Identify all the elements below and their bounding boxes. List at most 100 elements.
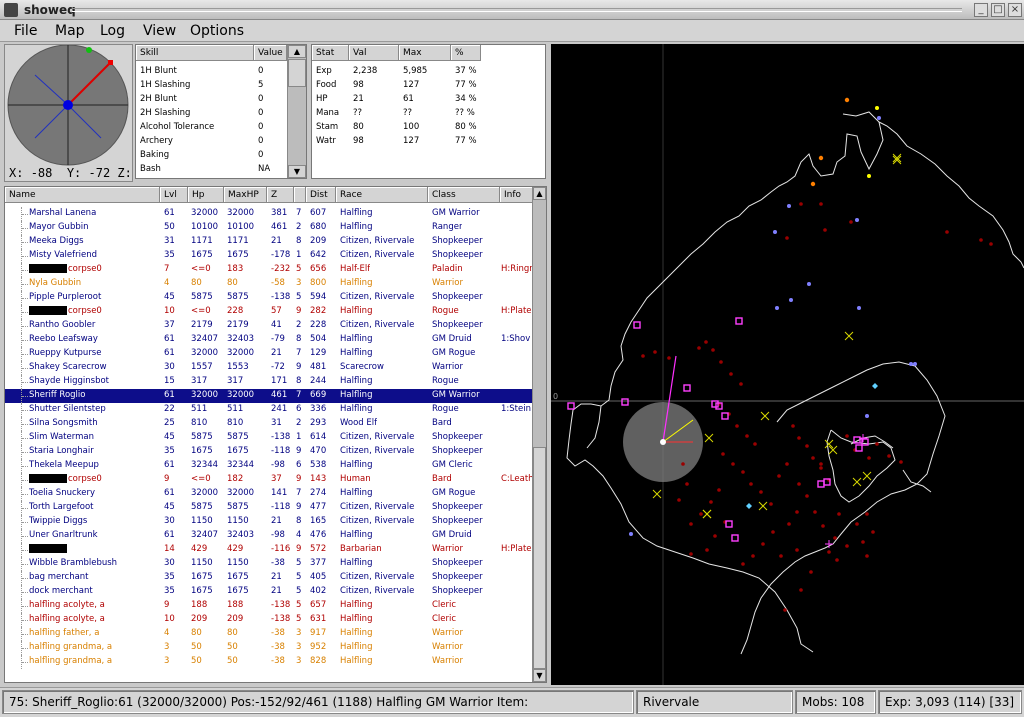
spawn-row[interactable]: corpse0 9 <=0 182 37 9 143 Human Bard C:Leath (5, 473, 534, 487)
scroll-up-icon[interactable]: ▲ (288, 45, 306, 58)
spawn-row[interactable]: Shayde Higginsbot 15 317 317 171 8 244 Halfling… (5, 375, 533, 389)
spawn-hp: 1171 (191, 236, 213, 246)
spawn-row[interactable]: Pipple Purpleroot 45 5875 5875 -138 5 594 Citiz… (5, 291, 533, 305)
spawn-row[interactable]: Thekela Meepup 61 32344 32344 -98 6 538 Halflin… (5, 459, 533, 473)
spawn-dist: 917 (310, 628, 327, 638)
minimize-icon[interactable]: _ (974, 3, 988, 17)
skills-scrollbar[interactable]: ▲ ▼ (287, 45, 306, 178)
spawn-maxhp: 1675 (227, 586, 249, 596)
spawn-info: 1:Shov (501, 334, 531, 344)
spawn-row[interactable]: Marshal Lanena 61 32000 32000 381 7 607 Halflin… (5, 207, 533, 221)
close-icon[interactable]: × (1008, 3, 1022, 17)
spawn-row[interactable]: Shutter Silentstep 22 511 511 241 6 336 Halflin… (5, 403, 533, 417)
spawn-row[interactable]: halfling grandma, a 3 50 50 -38 3 952 Halfling W… (5, 641, 533, 655)
stat-row[interactable]: Mana???? ?? % (312, 107, 542, 121)
spawn-row[interactable]: Shakey Scarecrow 30 1557 1553 -72 9 481 Scarecr… (5, 361, 533, 375)
spawn-header-flag[interactable] (294, 187, 306, 203)
skill-row[interactable]: Alcohol Tolerance 0 (136, 121, 286, 135)
spawn-row[interactable]: Nyla Gubbin 4 80 80 -58 3 800 Halfling Warrior (5, 277, 533, 291)
skill-row[interactable]: Archery 0 (136, 135, 286, 149)
skill-row[interactable]: 2H Slashing 0 (136, 107, 286, 121)
spawn-hp: 317 (191, 376, 208, 386)
scroll-up-icon[interactable]: ▲ (533, 187, 546, 200)
spawn-scrollbar[interactable]: ▲ ▼ (532, 187, 546, 682)
skills-scroll-thumb[interactable] (288, 59, 306, 87)
stat-row[interactable]: Watr 98 127 77 % (312, 135, 542, 149)
spawn-row[interactable]: Wibble Bramblebush 30 1150 1150 -38 5 377 Halfl… (5, 557, 533, 571)
spawn-row[interactable]: 14 429 429 -116 9 572 Barbarian Warrior H:Plate (5, 543, 533, 557)
menu-log[interactable]: Log (100, 23, 125, 39)
menu-options[interactable]: Options (190, 23, 244, 39)
maximize-icon[interactable]: □ (991, 3, 1005, 17)
skill-row[interactable]: 1H Slashing 5 (136, 79, 286, 93)
skill-row[interactable]: 1H Blunt 0 (136, 65, 286, 79)
tree-line (21, 417, 29, 431)
stats-header-max[interactable]: Max (399, 45, 451, 61)
spawn-header-lvl[interactable]: Lvl (160, 187, 188, 203)
spawn-row[interactable]: Silna Songsmith 25 810 810 31 2 293 Wood Elf Bar… (5, 417, 533, 431)
spawn-header-z[interactable]: Z (267, 187, 294, 203)
stat-row[interactable]: HP 21 61 34 % (312, 93, 542, 107)
spawn-header-hp[interactable]: Hp (188, 187, 224, 203)
spawn-row[interactable]: Rueppy Kutpurse 61 32000 32000 21 7 129 Halflin… (5, 347, 533, 361)
spawn-row[interactable]: Slim Waterman 45 5875 5875 -138 1 614 Citizen, … (5, 431, 533, 445)
spawn-dist: 402 (310, 586, 327, 596)
spawn-name: halfling acolyte, a (29, 600, 159, 610)
spawn-header-dist[interactable]: Dist (306, 187, 336, 203)
spawn-header-race[interactable]: Race (336, 187, 428, 203)
spawn-class: Shopkeeper (432, 558, 483, 568)
spawn-row[interactable]: halfling grandma, a 3 50 50 -38 3 828 Halfling W… (5, 655, 533, 669)
spawn-row[interactable]: halfling acolyte, a 9 188 188 -138 5 657 Halfli… (5, 599, 533, 613)
spawn-row[interactable]: Reebo Leafsway 61 32407 32403 -79 8 504 Halflin… (5, 333, 533, 347)
spawn-row[interactable]: Meeka Diggs 31 1171 1171 21 8 209 Citizen, Rive… (5, 235, 533, 249)
spawn-row[interactable]: bag merchant 35 1675 1675 21 5 405 Citizen, Riv… (5, 571, 533, 585)
stat-row[interactable]: Food 98 127 77 % (312, 79, 542, 93)
spawn-hp: 32000 (191, 208, 219, 218)
skills-header-skill[interactable]: Skill (136, 45, 254, 61)
spawn-scroll-thumb[interactable] (533, 447, 546, 669)
skill-row[interactable]: Bash NA (136, 163, 286, 177)
spawn-row[interactable]: Uner Gnarltrunk 61 32407 32403 -98 4 476 Halfli… (5, 529, 533, 543)
stats-header-stat[interactable]: Stat (312, 45, 349, 61)
spawn-row[interactable]: Mayor Gubbin 50 10100 10100 461 2 680 Halfling R… (5, 221, 533, 235)
spawn-row[interactable]: Rantho Goobler 37 2179 2179 41 2 228 Citizen, R… (5, 319, 533, 333)
scroll-down-icon[interactable]: ▼ (533, 669, 546, 682)
spawn-row[interactable]: Misty Valefriend 35 1675 1675 -178 1 642 Citize… (5, 249, 533, 263)
spawn-name: Reebo Leafsway (29, 334, 159, 344)
app-icon[interactable] (4, 3, 18, 17)
menu-map[interactable]: Map (55, 23, 85, 39)
menu-view[interactable]: View (143, 23, 176, 39)
spawn-row[interactable]: halfling acolyte, a 10 209 209 -138 5 631 Halfl… (5, 613, 533, 627)
spawn-row[interactable]: Torth Largefoot 45 5875 5875 -118 9 477 Citizen… (5, 501, 533, 515)
scroll-down-icon[interactable]: ▼ (288, 165, 306, 178)
spawn-row[interactable]: Staria Longhair 35 1675 1675 -118 9 470 Citizen… (5, 445, 533, 459)
spawn-row[interactable]: halfling father, a 4 80 80 -38 3 917 Halfling Wa… (5, 627, 533, 641)
zone-map[interactable]: 0 (551, 44, 1024, 685)
spawn-header-class[interactable]: Class (428, 187, 500, 203)
spawn-row[interactable]: Twippie Diggs 30 1150 1150 21 8 165 Citizen, Ri… (5, 515, 533, 529)
spawn-header-name[interactable]: Name (5, 187, 160, 203)
skill-row[interactable]: 2H Blunt 0 (136, 93, 286, 107)
spawn-name: Marshal Lanena (29, 208, 159, 218)
spawn-header-maxhp[interactable]: MaxHP (224, 187, 267, 203)
spawn-name-text: Pipple Purpleroot (29, 292, 102, 302)
spawn-row[interactable]: corpse0 10 <=0 228 57 9 282 Halfling Rogue H:Plat… (5, 305, 533, 319)
spawn-name: Wibble Bramblebush (29, 558, 159, 568)
spawn-header-info[interactable]: Info (500, 187, 533, 203)
stats-header-val[interactable]: Val (349, 45, 399, 61)
spawn-z: -118 (271, 502, 291, 512)
window-titlebar[interactable]: showeq _ □ × (0, 0, 1024, 20)
spawn-row[interactable]: Toelia Snuckery 61 32000 32000 141 7 274 Halfli… (5, 487, 533, 501)
spawn-row[interactable]: Sheriff Roglio 61 32000 32000 461 7 669 Halflin… (5, 389, 533, 403)
stats-header-pct[interactable]: % (451, 45, 481, 61)
menu-file[interactable]: File (14, 23, 37, 39)
spawn-row[interactable]: corpse0 7 <=0 183 -232 5 656 Half-Elf Paladin H:R… (5, 263, 533, 277)
skill-row[interactable]: Baking 0 (136, 149, 286, 163)
spawn-row[interactable]: dock merchant 35 1675 1675 21 5 402 Citizen, Ri… (5, 585, 533, 599)
skills-header-value[interactable]: Value (254, 45, 287, 61)
stat-row[interactable]: Exp 2,238 5,985 37 % (312, 65, 542, 79)
stat-row[interactable]: Stam 80 100 80 % (312, 121, 542, 135)
spawn-dist: 228 (310, 320, 327, 330)
map-canvas[interactable]: 0 (551, 44, 1024, 685)
spawn-race: Halfling (340, 558, 373, 568)
